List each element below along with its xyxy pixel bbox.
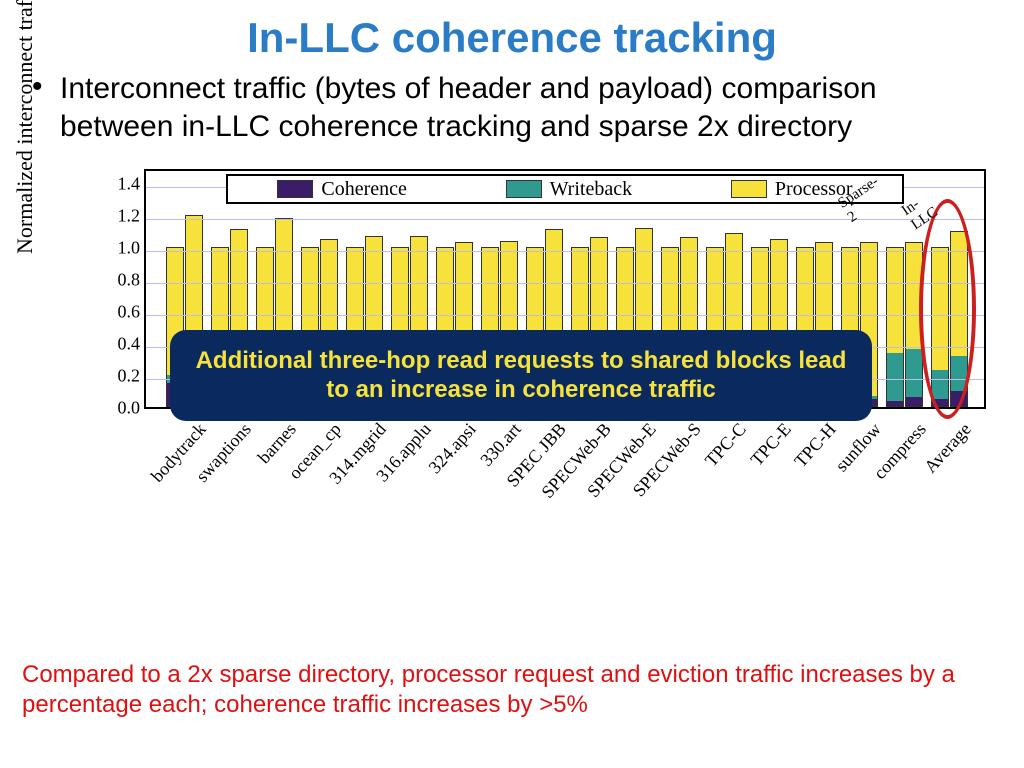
- bar-group: [931, 231, 968, 407]
- y-tick: 0.4: [118, 334, 147, 355]
- bullet-text: Interconnect traffic (bytes of header an…: [0, 62, 1024, 145]
- y-tick: 1.2: [118, 206, 147, 227]
- x-axis-labels: bodytrackswaptionsbarnesocean_cp314.mgri…: [144, 415, 986, 545]
- y-tick: 0.0: [118, 398, 147, 419]
- bar: [950, 231, 968, 407]
- callout-box: Additional three-hop read requests to sh…: [170, 330, 872, 421]
- bar: [905, 242, 923, 407]
- legend-item-coherence: Coherence: [277, 178, 407, 201]
- y-tick: 0.2: [118, 366, 147, 387]
- legend: Coherence Writeback Processor: [226, 174, 904, 204]
- legend-item-processor: Processor: [731, 178, 853, 201]
- bar: [886, 247, 904, 407]
- bar-group: [886, 242, 923, 407]
- bar: [931, 247, 949, 407]
- y-tick: 1.0: [118, 238, 147, 259]
- y-tick: 0.8: [118, 270, 147, 291]
- slide-title: In-LLC coherence tracking: [0, 0, 1024, 62]
- y-axis-label: Normalized interconnect traffic: [12, 0, 38, 254]
- y-tick: 1.4: [118, 174, 147, 195]
- legend-item-writeback: Writeback: [506, 178, 632, 201]
- footer-text: Compared to a 2x sparse directory, proce…: [22, 660, 1002, 720]
- y-tick: 0.6: [118, 302, 147, 323]
